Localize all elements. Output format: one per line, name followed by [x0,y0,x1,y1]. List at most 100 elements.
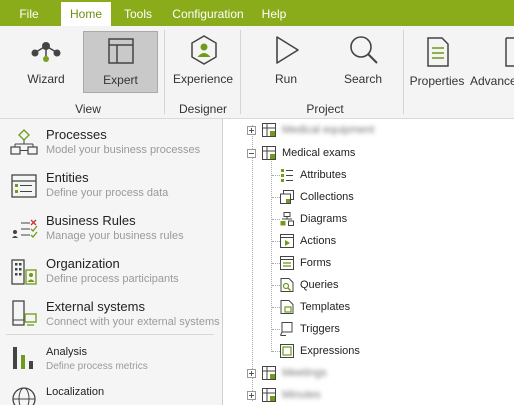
tree-node-templates[interactable]: Templates [280,297,480,317]
tree-node-label: Actions [300,235,337,247]
tree-node-triggers[interactable]: Triggers [280,319,480,339]
nav-item-analysis[interactable]: Analysis Define process metrics [0,343,222,377]
properties-icon [426,36,450,68]
wizard-button[interactable]: Wizard [18,30,74,86]
expand-icon[interactable] [247,126,256,135]
tree-node-label: Forms [300,257,332,269]
tree-node-minutes[interactable]: Minutes [247,385,507,405]
diagrams-icon [280,212,294,226]
menu-configuration[interactable]: Configuration [166,0,250,26]
wizard-icon [28,36,64,66]
tree-node-label: Diagrams [300,213,348,225]
entity-table-icon [262,123,276,137]
nav-item-localization[interactable]: Localization [0,383,222,405]
tree-node-meetings[interactable]: Meetings [247,363,507,383]
nav-title: Localization [46,386,105,398]
collections-icon [280,190,294,204]
collapse-icon[interactable] [247,149,256,158]
triggers-icon [280,322,294,336]
tree-connector [272,351,280,352]
search-button[interactable]: Search [335,30,391,86]
tree-connector [272,219,280,220]
tree-connector [272,197,280,198]
nav-title: Processes [46,127,107,142]
tree-node-label: Templates [300,301,351,313]
menu-home[interactable]: Home [61,2,111,28]
properties-button[interactable]: Properties [408,30,466,88]
advanced-label: Advance [470,74,514,86]
entity-table-icon [262,146,276,160]
nav-item-processes[interactable]: Processes Model your business processes [0,127,222,165]
tree-node-label: Minutes [282,389,321,401]
expert-button[interactable]: Expert [83,31,158,93]
nav-subtitle: Connect with your external systems [46,316,220,328]
tree-connector [272,175,280,176]
tree-node-medical-exams[interactable]: Medical exams [247,143,507,163]
tree-node-label: Medical exams [282,147,356,159]
ribbon: Wizard Expert View Experience Designer R… [0,26,514,119]
wizard-label: Wizard [27,72,65,86]
tree-connector [252,125,253,401]
tree-node-label: Attributes [300,169,347,181]
advanced-icon [504,36,514,68]
localization-globe-icon [10,385,38,405]
tree-node-label: Triggers [300,323,340,335]
queries-icon [280,278,294,292]
tree-node-attributes[interactable]: Attributes [280,165,480,185]
expand-icon[interactable] [247,391,256,400]
advanced-button[interactable]: Advance [470,30,514,86]
actions-play-icon [280,234,294,248]
tree-connector [272,241,280,242]
group-label-project: Project [306,102,344,116]
expand-icon[interactable] [247,369,256,378]
tree-node-label: Medical equipment [282,124,375,136]
tree-node-actions[interactable]: Actions [280,231,480,251]
tree-node-label: Queries [300,279,339,291]
menu-file[interactable]: File [6,0,52,26]
tree-node-collections[interactable]: Collections [280,187,480,207]
tree-view: Medical equipment Medical exams Attribut… [223,119,514,405]
run-label: Run [274,72,297,86]
tree-connector [272,263,280,264]
templates-icon [280,300,294,314]
experience-button[interactable]: Experience [172,30,234,86]
nav-item-organization[interactable]: Organization Define process participants [0,256,222,294]
menu-tools[interactable]: Tools [116,0,160,26]
left-navigation: Processes Model your business processes … [0,119,223,405]
process-diagram-icon [10,129,38,157]
nav-subtitle: Define process metrics [46,361,148,372]
tree-connector [272,329,280,330]
run-icon [272,34,302,66]
nav-item-entities[interactable]: Entities Define your process data [0,170,222,208]
nav-title: External systems [46,299,145,314]
nav-item-business-rules[interactable]: Business Rules Manage your business rule… [0,213,222,251]
analysis-chart-icon [10,343,38,371]
tree-connector [272,307,280,308]
external-systems-icon [10,300,38,328]
nav-subtitle: Model your business processes [46,144,201,156]
nav-separator [6,334,214,335]
search-icon [347,34,379,66]
tree-node-label: Collections [300,191,354,203]
group-separator [403,30,404,114]
tree-node-expressions[interactable]: Expressions [280,341,480,361]
group-separator [164,30,165,114]
search-label: Search [343,72,383,86]
nav-title: Analysis [46,346,87,358]
nav-item-external-systems[interactable]: External systems Connect with your exter… [0,299,222,337]
nav-subtitle: Define your process data [46,187,169,199]
tree-node-queries[interactable]: Queries [280,275,480,295]
tree-node-diagrams[interactable]: Diagrams [280,209,480,229]
expert-icon [107,37,135,65]
nav-title: Organization [46,256,120,271]
tree-node-medical-equipment[interactable]: Medical equipment [247,120,507,140]
tree-node-label: Expressions [300,345,360,357]
menu-bar: File Home Tools Configuration Help [0,0,514,28]
tree-connector [271,161,272,352]
business-rules-icon [10,215,38,243]
menu-help[interactable]: Help [256,0,292,26]
expert-label: Expert [103,73,138,87]
run-button[interactable]: Run [258,30,314,86]
tree-node-forms[interactable]: Forms [280,253,480,273]
nav-title: Business Rules [46,213,136,228]
